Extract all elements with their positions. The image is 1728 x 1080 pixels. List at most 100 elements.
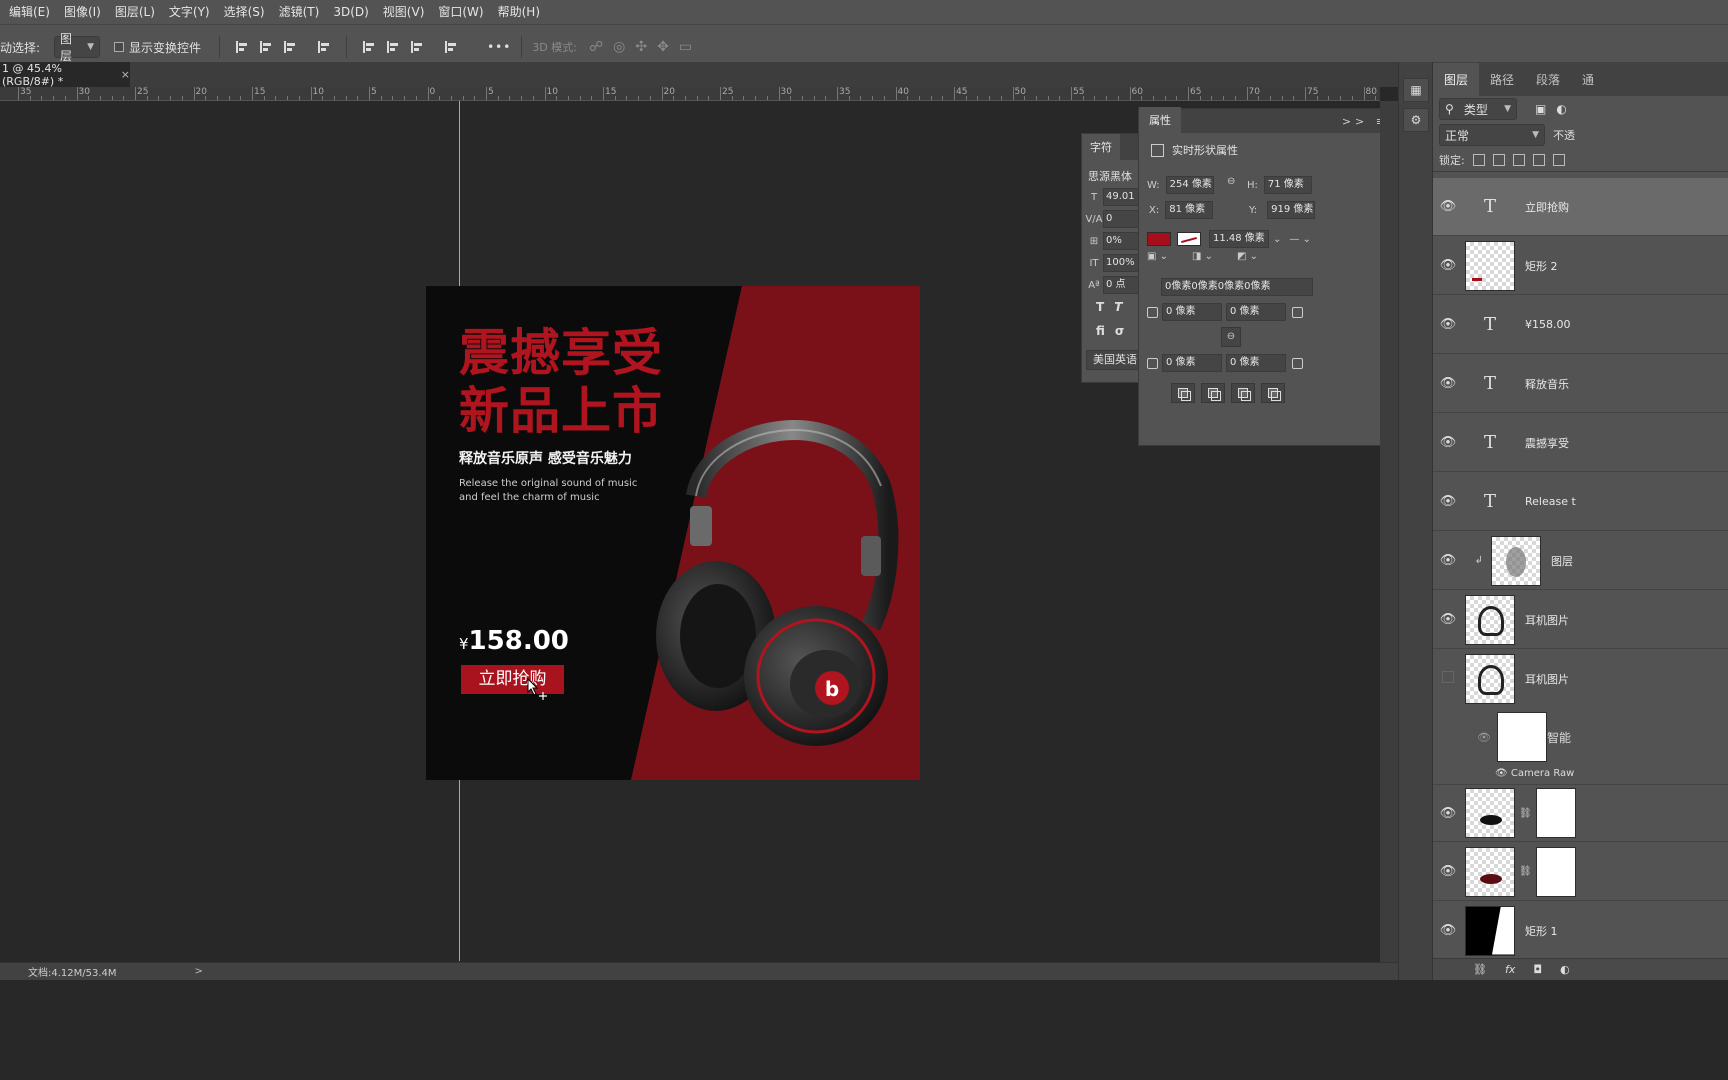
document-tab[interactable]: 1 @ 45.4%(RGB/8#) * × [0, 62, 130, 88]
exclude-shapes-icon[interactable] [1261, 383, 1285, 403]
align-top-icon[interactable] [363, 41, 375, 53]
layer-row[interactable]: 👁 ↲ 图层 [1433, 532, 1728, 590]
eye-icon[interactable]: 👁 [1433, 199, 1463, 214]
add-mask-icon[interactable]: ◘ [1533, 963, 1542, 976]
smart-filter-row[interactable]: 👁 智能 [1433, 708, 1728, 766]
lock-position-icon[interactable] [1512, 153, 1525, 166]
auto-select-dropdown[interactable]: 图层 ▼ [54, 32, 101, 63]
blend-mode-dropdown[interactable]: 正常 ▼ [1439, 124, 1545, 146]
corner-radius-all-field[interactable]: 0像素0像素0像素0像素 [1161, 278, 1313, 296]
eye-icon[interactable]: 👁 [1433, 806, 1463, 821]
corner-tr-field[interactable]: 0 像素 [1226, 303, 1286, 321]
vertical-scrollbar[interactable] [1380, 101, 1398, 962]
menu-3d[interactable]: 3D(D) [326, 0, 375, 24]
distribute-vertical-icon[interactable] [445, 41, 457, 53]
intersect-shapes-icon[interactable] [1231, 383, 1255, 403]
menu-filter[interactable]: 滤镜(T) [272, 0, 327, 24]
close-tab-icon[interactable]: × [121, 68, 130, 81]
menu-type[interactable]: 文字(Y) [162, 0, 217, 24]
menu-select[interactable]: 选择(S) [217, 0, 272, 24]
layer-row[interactable]: 👁 T 震撼享受 [1433, 414, 1728, 472]
font-size-field[interactable]: 49.01 p [1103, 188, 1139, 206]
eye-hidden-icon[interactable] [1433, 671, 1463, 687]
lock-transparency-icon[interactable] [1472, 153, 1485, 166]
layer-row[interactable]: 👁 矩形 1 [1433, 902, 1728, 958]
layer-row[interactable]: 👁 T 释放音乐 [1433, 355, 1728, 413]
align-left-icon[interactable] [236, 41, 248, 53]
stroke-join-dropdown[interactable]: ◩ ⌄ [1237, 251, 1258, 262]
corner-bl-field[interactable]: 0 像素 [1162, 354, 1222, 372]
eye-icon[interactable]: 👁 [1433, 317, 1463, 332]
adjustment-filter-icon[interactable]: ◐ [1556, 102, 1566, 116]
eye-icon[interactable]: 👁 [1433, 258, 1463, 273]
menu-image[interactable]: 图像(I) [57, 0, 108, 24]
layer-row[interactable]: 耳机图片 [1433, 650, 1728, 708]
stroke-color-swatch[interactable] [1177, 232, 1201, 246]
tracking-field[interactable]: 0% [1103, 232, 1139, 250]
tab-character[interactable]: 字符 [1082, 134, 1120, 160]
layer-row[interactable]: 👁 矩形 2 [1433, 237, 1728, 295]
menu-help[interactable]: 帮助(H) [491, 0, 547, 24]
distribute-icon[interactable] [318, 41, 330, 53]
eye-icon[interactable]: 👁 [1433, 553, 1463, 568]
layer-mask-thumbnail[interactable] [1535, 788, 1576, 838]
lock-all-icon[interactable] [1552, 153, 1565, 166]
tab-properties[interactable]: 属性 [1139, 107, 1181, 133]
link-wh-icon[interactable]: ⊖ [1227, 176, 1235, 187]
chevron-down-icon[interactable]: ⌄ [1273, 234, 1281, 245]
more-options-button[interactable]: ••• [487, 40, 511, 54]
image-filter-icon[interactable]: ▣ [1535, 102, 1546, 116]
italic-icon[interactable]: T [1114, 300, 1122, 314]
align-middle-icon[interactable] [387, 41, 399, 53]
grid-icon[interactable]: ▦ [1403, 78, 1429, 102]
layer-row[interactable]: 👁 ⛓ [1433, 784, 1728, 842]
layer-row[interactable]: 👁 T ¥158.00 [1433, 296, 1728, 354]
combine-shapes-icon[interactable] [1171, 383, 1195, 403]
layer-row[interactable]: 👁 T Release t [1433, 473, 1728, 531]
link-layers-icon[interactable]: ⛓ [1473, 963, 1487, 976]
align-right-icon[interactable] [284, 41, 296, 53]
corner-tl-field[interactable]: 0 像素 [1162, 303, 1222, 321]
width-field[interactable]: 254 像素 [1165, 176, 1214, 194]
layer-mask-thumbnail[interactable] [1535, 846, 1576, 897]
eye-icon[interactable]: 👁 [1433, 612, 1463, 627]
layer-row[interactable]: 👁 ⛓ [1433, 843, 1728, 901]
layer-row[interactable]: 👁 耳机图片 [1433, 591, 1728, 649]
lock-pixels-icon[interactable] [1492, 153, 1505, 166]
eye-icon[interactable]: 👁 [1433, 923, 1463, 938]
fill-color-swatch[interactable] [1147, 232, 1171, 246]
layer-filter-dropdown[interactable]: ⚲ 类型 ▼ [1439, 98, 1517, 120]
fx-icon[interactable]: fx [1505, 963, 1515, 976]
menu-window[interactable]: 窗口(W) [431, 0, 490, 24]
corner-br-field[interactable]: 0 像素 [1226, 354, 1286, 372]
eye-icon[interactable]: 👁 [1495, 768, 1508, 779]
ligature-icon[interactable]: fi [1096, 324, 1105, 338]
menu-layer[interactable]: 图层(L) [108, 0, 162, 24]
bold-icon[interactable]: T [1096, 300, 1104, 314]
align-center-icon[interactable] [260, 41, 272, 53]
kerning-field[interactable]: 0 [1103, 210, 1139, 228]
align-bottom-icon[interactable] [411, 41, 423, 53]
stroke-type-dropdown[interactable]: — ⌄ [1289, 234, 1311, 245]
show-transform-checkbox[interactable]: 显示变换控件 [114, 39, 201, 56]
menu-view[interactable]: 视图(V) [376, 0, 432, 24]
camera-raw-filter[interactable]: 👁 Camera Raw [1495, 768, 1574, 779]
status-menu-arrow[interactable]: > [195, 966, 203, 977]
x-field[interactable]: 81 像素 [1165, 201, 1214, 219]
y-field[interactable]: 919 像素 [1267, 201, 1316, 219]
stroke-align-dropdown[interactable]: ▣ ⌄ [1147, 251, 1168, 262]
height-field[interactable]: 71 像素 [1263, 176, 1312, 194]
tab-paragraph[interactable]: 段落 [1525, 63, 1571, 96]
swash-icon[interactable]: σ [1115, 324, 1124, 338]
3d-tools-icons[interactable]: ☍◎✣✥▭ [589, 39, 702, 55]
tab-layers[interactable]: 图层 [1433, 63, 1480, 96]
language-dropdown[interactable]: 美国英语 [1086, 350, 1140, 370]
subtract-shapes-icon[interactable] [1201, 383, 1225, 403]
baseline-field[interactable]: 0 点 [1103, 276, 1139, 294]
menu-edit[interactable]: 编辑(E) [2, 0, 57, 24]
link-corners-button[interactable]: ⊖ [1221, 327, 1241, 347]
stroke-cap-dropdown[interactable]: ◨ ⌄ [1192, 251, 1213, 262]
lock-artboard-icon[interactable] [1532, 153, 1545, 166]
eye-icon[interactable]: 👁 [1433, 494, 1463, 509]
artboard[interactable]: 震撼享受 新品上市 释放音乐原声 感受音乐魅力 Release the orig… [426, 286, 920, 780]
